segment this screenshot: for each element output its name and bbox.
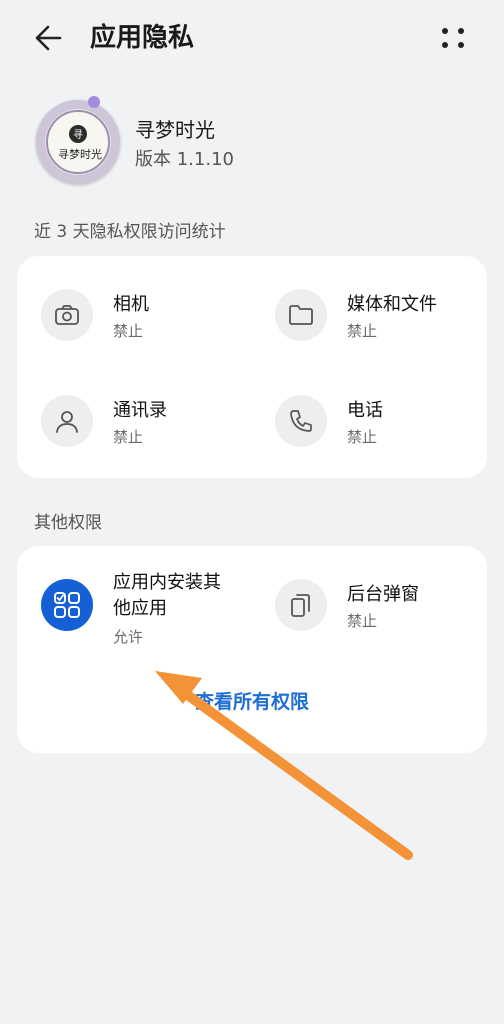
badge-dot bbox=[88, 96, 100, 108]
more-button[interactable] bbox=[436, 22, 472, 54]
perm-install-apps[interactable]: 应用内安装其 他应用 允许 bbox=[41, 572, 251, 679]
app-install-icon bbox=[54, 592, 80, 618]
svg-text:寻: 寻 bbox=[73, 129, 83, 141]
page-title: 应用隐私 bbox=[90, 23, 195, 53]
perm-label: 媒体和文件 bbox=[347, 294, 437, 315]
app-name: 寻梦时光 bbox=[135, 118, 215, 142]
perm-label-line2: 他应用 bbox=[113, 598, 167, 619]
perm-camera[interactable]: 相机 禁止 bbox=[41, 289, 241, 343]
folder-icon bbox=[289, 305, 313, 325]
perm-label: 后台弹窗 bbox=[347, 584, 419, 605]
perm-status: 禁止 bbox=[347, 322, 378, 340]
perm-status: 禁止 bbox=[347, 428, 378, 446]
camera-icon bbox=[55, 305, 79, 325]
perm-background-popup[interactable]: 后台弹窗 禁止 bbox=[275, 579, 475, 633]
perm-label: 电话 bbox=[347, 400, 383, 421]
phone-icon bbox=[290, 410, 312, 432]
back-button[interactable] bbox=[30, 20, 70, 56]
contacts-icon bbox=[56, 411, 78, 433]
app-version: 版本 1.1.10 bbox=[135, 149, 234, 170]
top-bar: 应用隐私 bbox=[0, 0, 504, 80]
perm-label: 相机 bbox=[113, 294, 149, 315]
recent-permissions-card: 相机 禁止 媒体和文件 禁止 通讯录 禁止 电话 禁止 bbox=[17, 256, 487, 478]
view-all-permissions-link[interactable]: 查看所有权限 bbox=[17, 688, 487, 716]
perm-status: 允许 bbox=[113, 628, 144, 646]
other-permissions-card: 应用内安装其 他应用 允许 后台弹窗 禁止 查看所有权限 bbox=[17, 546, 487, 753]
other-section-title: 其他权限 bbox=[34, 513, 102, 533]
perm-status: 禁止 bbox=[113, 428, 144, 446]
perm-status: 禁止 bbox=[113, 322, 144, 340]
perm-contacts[interactable]: 通讯录 禁止 bbox=[41, 395, 241, 449]
perm-phone[interactable]: 电话 禁止 bbox=[275, 395, 475, 449]
perm-status: 禁止 bbox=[347, 612, 378, 630]
arrow-left-icon bbox=[35, 25, 62, 51]
popup-window-icon bbox=[291, 594, 310, 617]
recent-section-title: 近 3 天隐私权限访问统计 bbox=[34, 222, 226, 242]
app-logo-text: 寻梦时光 bbox=[58, 148, 102, 161]
perm-media-files[interactable]: 媒体和文件 禁止 bbox=[275, 289, 475, 343]
perm-label: 通讯录 bbox=[113, 400, 167, 421]
perm-label-line1: 应用内安装其 bbox=[113, 572, 221, 593]
app-logo: 寻 寻梦时光 bbox=[36, 100, 120, 184]
